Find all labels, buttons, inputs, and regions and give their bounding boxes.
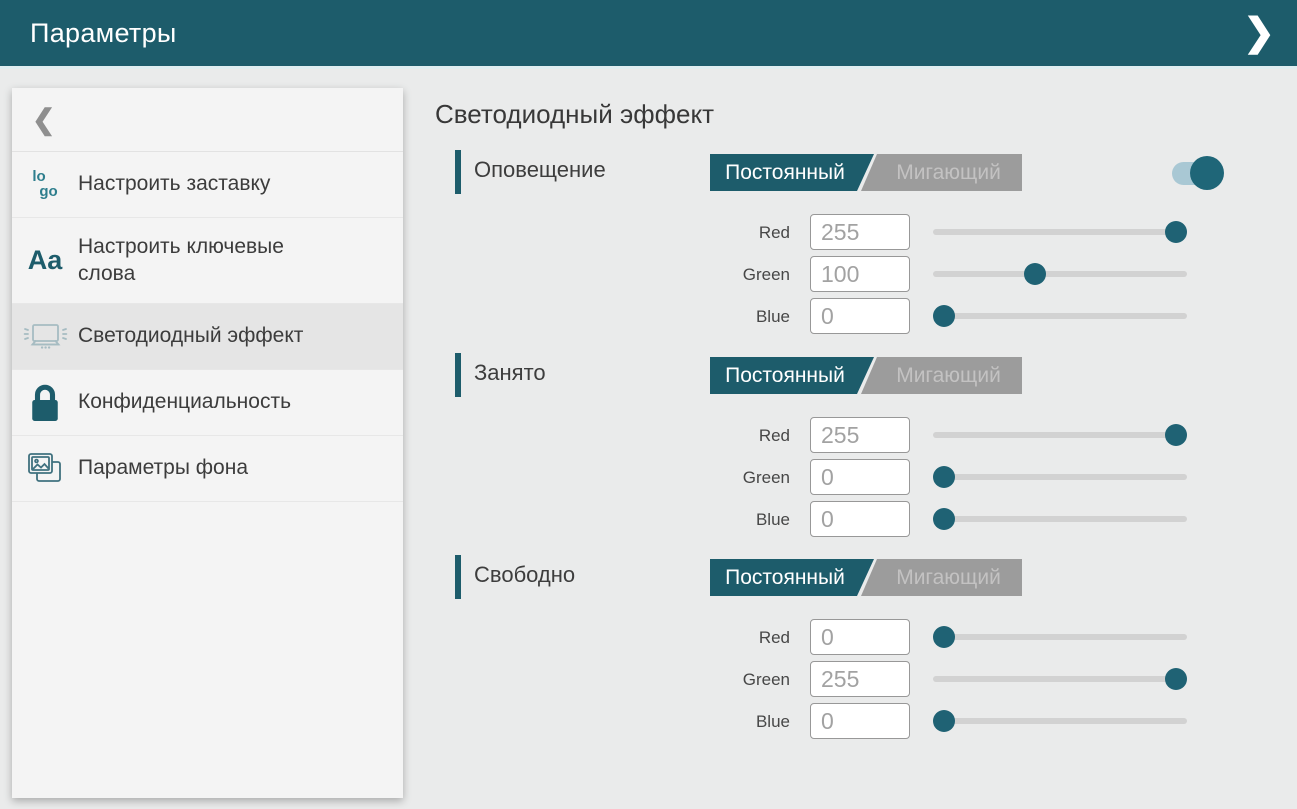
rgb-row-blue: Blue: [0, 501, 1297, 537]
rgb-label: Red: [660, 223, 790, 243]
rgb-value-input[interactable]: [810, 619, 910, 655]
rgb-value-input[interactable]: [810, 661, 910, 697]
rgb-label: Blue: [660, 712, 790, 732]
rgb-slider[interactable]: [933, 459, 1187, 495]
rgb-slider[interactable]: [933, 256, 1187, 292]
rgb-slider[interactable]: [933, 298, 1187, 334]
slider-track: [933, 718, 1187, 724]
rgb-slider[interactable]: [933, 703, 1187, 739]
rgb-value-input[interactable]: [810, 417, 910, 453]
section-label: Свободно: [474, 562, 575, 588]
slider-thumb[interactable]: [1165, 668, 1187, 690]
page-title: Светодиодный эффект: [435, 99, 714, 130]
section-accent-bar: [455, 555, 461, 599]
section-label: Оповещение: [474, 157, 606, 183]
mode-segmented-control: Постоянный Мигающий: [710, 154, 1022, 191]
led-section-busy: Занято Постоянный Мигающий Red Green Blu…: [0, 351, 1297, 551]
mode-segmented-control: Постоянный Мигающий: [710, 357, 1022, 394]
slider-thumb[interactable]: [933, 305, 955, 327]
rgb-row-blue: Blue: [0, 703, 1297, 739]
rgb-label: Green: [660, 670, 790, 690]
section-label: Занято: [474, 360, 546, 386]
mode-segmented-control: Постоянный Мигающий: [710, 559, 1022, 596]
rgb-value-input[interactable]: [810, 459, 910, 495]
rgb-row-green: Green: [0, 459, 1297, 495]
slider-track: [933, 516, 1187, 522]
mode-blinking-button[interactable]: Мигающий: [857, 559, 1022, 596]
rgb-label: Red: [660, 628, 790, 648]
mode-blinking-button[interactable]: Мигающий: [857, 154, 1022, 191]
rgb-value-input[interactable]: [810, 214, 910, 250]
rgb-row-red: Red: [0, 619, 1297, 655]
rgb-label: Green: [660, 468, 790, 488]
rgb-row-green: Green: [0, 661, 1297, 697]
rgb-label: Green: [660, 265, 790, 285]
slider-thumb[interactable]: [1165, 424, 1187, 446]
sidebar-back-button[interactable]: ❮: [12, 88, 403, 152]
slider-thumb[interactable]: [1165, 221, 1187, 243]
slider-thumb[interactable]: [933, 626, 955, 648]
rgb-row-red: Red: [0, 417, 1297, 453]
rgb-label: Red: [660, 426, 790, 446]
rgb-slider[interactable]: [933, 214, 1187, 250]
rgb-row-green: Green: [0, 256, 1297, 292]
slider-track: [933, 432, 1187, 438]
mode-steady-button[interactable]: Постоянный: [710, 559, 874, 596]
led-section-free: Свободно Постоянный Мигающий Red Green B…: [0, 553, 1297, 753]
slider-thumb[interactable]: [933, 710, 955, 732]
section-enable-toggle[interactable]: [1172, 156, 1224, 190]
slider-thumb[interactable]: [933, 508, 955, 530]
section-accent-bar: [455, 150, 461, 194]
app-header: Параметры ❯: [0, 0, 1297, 69]
slider-track: [933, 313, 1187, 319]
section-accent-bar: [455, 353, 461, 397]
forward-chevron-icon[interactable]: ❯: [1243, 10, 1275, 56]
mode-steady-button[interactable]: Постоянный: [710, 154, 874, 191]
toggle-knob: [1190, 156, 1224, 190]
rgb-value-input[interactable]: [810, 256, 910, 292]
rgb-value-input[interactable]: [810, 501, 910, 537]
slider-track: [933, 229, 1187, 235]
slider-thumb[interactable]: [933, 466, 955, 488]
mode-steady-button[interactable]: Постоянный: [710, 357, 874, 394]
rgb-value-input[interactable]: [810, 703, 910, 739]
slider-track: [933, 474, 1187, 480]
slider-track: [933, 634, 1187, 640]
led-section-notification: Оповещение Постоянный Мигающий Red Green…: [0, 148, 1297, 348]
rgb-slider[interactable]: [933, 661, 1187, 697]
mode-blinking-button[interactable]: Мигающий: [857, 357, 1022, 394]
rgb-label: Blue: [660, 307, 790, 327]
rgb-label: Blue: [660, 510, 790, 530]
app-title: Параметры: [30, 18, 177, 49]
rgb-slider[interactable]: [933, 417, 1187, 453]
back-chevron-icon: ❮: [32, 103, 55, 136]
rgb-value-input[interactable]: [810, 298, 910, 334]
slider-track: [933, 271, 1187, 277]
rgb-row-red: Red: [0, 214, 1297, 250]
rgb-slider[interactable]: [933, 619, 1187, 655]
slider-track: [933, 676, 1187, 682]
rgb-slider[interactable]: [933, 501, 1187, 537]
slider-thumb[interactable]: [1024, 263, 1046, 285]
rgb-row-blue: Blue: [0, 298, 1297, 334]
